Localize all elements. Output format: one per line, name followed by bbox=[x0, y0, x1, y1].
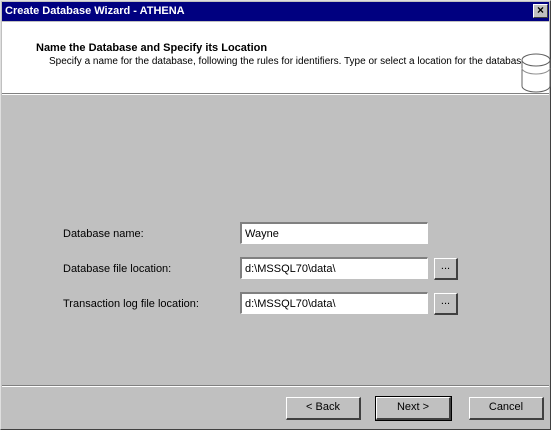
log-file-location-label: Transaction log file location: bbox=[63, 298, 199, 310]
db-file-location-label: Database file location: bbox=[63, 263, 172, 275]
log-file-browse-button[interactable]: ... bbox=[434, 293, 458, 315]
db-name-input[interactable] bbox=[240, 222, 428, 244]
db-file-location-input[interactable] bbox=[240, 257, 428, 279]
page-title: Name the Database and Specify its Locati… bbox=[36, 42, 268, 54]
wizard-window: Create Database Wizard - ATHENA × Name t… bbox=[0, 0, 551, 430]
footer-separator bbox=[2, 385, 549, 387]
title-bar: Create Database Wizard - ATHENA × bbox=[2, 2, 549, 21]
close-button[interactable]: × bbox=[533, 3, 548, 18]
cancel-button[interactable]: Cancel bbox=[469, 397, 544, 420]
page-description: Specify a name for the database, followi… bbox=[49, 56, 530, 67]
window-title: Create Database Wizard - ATHENA bbox=[5, 5, 185, 17]
wizard-header: Name the Database and Specify its Locati… bbox=[2, 22, 551, 93]
log-file-location-input[interactable] bbox=[240, 292, 428, 314]
close-icon: × bbox=[537, 3, 545, 17]
header-separator bbox=[2, 93, 549, 95]
db-name-label: Database name: bbox=[63, 228, 144, 240]
next-button[interactable]: Next > bbox=[375, 396, 452, 421]
database-cylinder-icon bbox=[521, 53, 551, 93]
back-button[interactable]: < Back bbox=[286, 397, 361, 420]
db-file-browse-button[interactable]: ... bbox=[434, 258, 458, 280]
